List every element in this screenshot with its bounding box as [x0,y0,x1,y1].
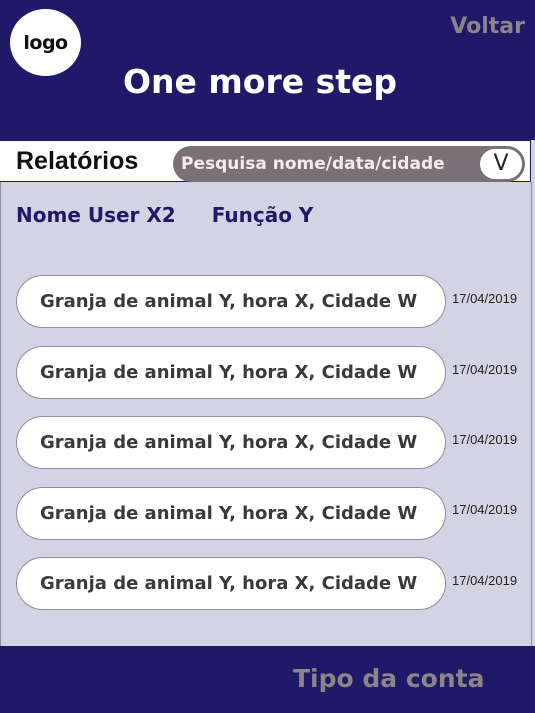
search-box: V [173,146,525,182]
report-date: 17/04/2019 [452,432,518,447]
report-label: Granja de animal Y, hora X, Cidade W [40,291,418,312]
report-date: 17/04/2019 [452,362,518,377]
user-name: Nome User X2 [16,203,176,227]
divider-right [531,182,532,646]
report-item[interactable]: Granja de animal Y, hora X, Cidade W [16,275,446,328]
reports-bar: Relatórios V [0,140,531,182]
report-label: Granja de animal Y, hora X, Cidade W [40,432,418,453]
header: logo Voltar One more step [0,0,535,140]
account-type-link[interactable]: Tipo da conta [293,664,484,693]
footer: Tipo da conta [0,646,535,713]
user-info: Nome User X2 Função Y [16,203,313,227]
reports-title: Relatórios [16,147,139,175]
report-label: Granja de animal Y, hora X, Cidade W [40,503,418,524]
report-date: 17/04/2019 [452,502,518,517]
chevron-down-icon: V [493,151,509,176]
report-date: 17/04/2019 [452,573,518,588]
report-item[interactable]: Granja de animal Y, hora X, Cidade W [16,487,446,540]
divider-left [0,182,1,646]
search-input[interactable] [181,146,471,182]
back-button[interactable]: Voltar [450,14,525,39]
page-title: One more step [122,62,398,101]
report-label: Granja de animal Y, hora X, Cidade W [40,573,418,594]
report-label: Granja de animal Y, hora X, Cidade W [40,362,418,383]
logo-text: logo [23,31,68,54]
report-date: 17/04/2019 [452,291,518,306]
user-role: Função Y [211,203,314,227]
search-dropdown-button[interactable]: V [480,149,522,179]
report-item[interactable]: Granja de animal Y, hora X, Cidade W [16,416,446,469]
report-item[interactable]: Granja de animal Y, hora X, Cidade W [16,557,446,610]
report-item[interactable]: Granja de animal Y, hora X, Cidade W [16,346,446,399]
